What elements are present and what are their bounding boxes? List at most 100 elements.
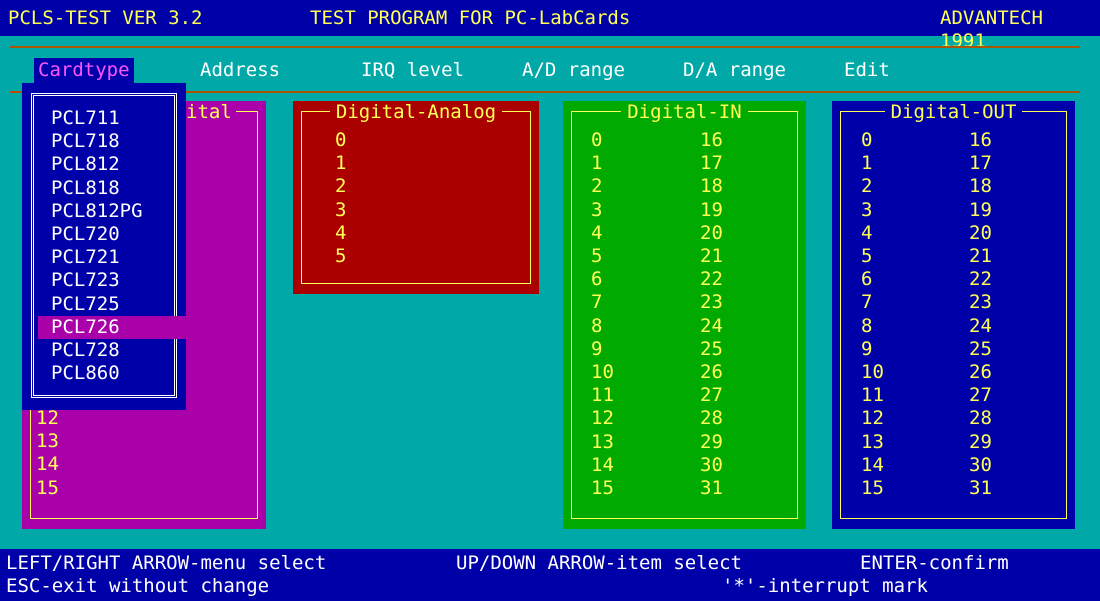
da-channel-number: 5 [335,245,347,267]
cardtype-option-pcl711[interactable]: PCL711 [38,107,188,130]
dout-channel-high: 23 [969,291,992,314]
hint-interrupt-mark: '*'-interrupt mark [722,575,928,597]
dout-channel-low: 12 [861,407,884,430]
din-channel-high: 23 [700,291,723,314]
dout-channel-low: 3 [861,198,873,221]
din-channel-low: 1 [591,152,603,175]
digital-in-title: Digital-IN [621,101,748,123]
din-channel-low: 7 [591,291,603,314]
hint-item-select: UP/DOWN ARROW-item select [456,552,742,574]
din-channel-low: 6 [591,268,603,291]
status-bar: LEFT/RIGHT ARROW-menu select UP/DOWN ARR… [0,549,1100,601]
digital-channel-number: 13 [36,430,59,453]
menu-irq-level[interactable]: IRQ level [357,58,468,83]
din-channel-high: 31 [700,477,723,499]
din-channel-low: 11 [591,384,614,407]
menu-address[interactable]: Address [196,58,284,83]
menu-edit[interactable]: Edit [840,58,894,83]
cardtype-option-pcl725[interactable]: PCL725 [38,293,188,316]
da-channel-number: 2 [335,175,347,198]
dout-channel-high: 17 [969,152,992,175]
da-channel-number: 0 [335,129,347,151]
digital-panel-title: ital [182,101,236,124]
din-channel-low: 5 [591,245,603,267]
din-channel-low: 12 [591,407,614,430]
dout-channel-high: 31 [969,477,992,499]
din-channel-high: 27 [700,384,723,407]
din-channel-low: 10 [591,361,614,383]
title-bar: PCLS-TEST VER 3.2 TEST PROGRAM FOR PC-La… [0,0,1100,52]
din-channel-low: 4 [591,221,603,244]
din-channel-low: 8 [591,314,603,337]
digital-channel-number: 15 [36,476,59,499]
digital-analog-title: Digital-Analog [329,101,503,123]
dout-channel-low: 0 [861,129,873,151]
dout-channel-high: 30 [969,453,992,476]
cardtype-option-pcl728[interactable]: PCL728 [38,339,188,362]
cardtype-option-pcl812[interactable]: PCL812 [38,153,188,176]
menu-cardtype[interactable]: Cardtype [34,58,134,83]
dout-channel-high: 22 [969,268,992,291]
cardtype-option-pcl723[interactable]: PCL723 [38,269,188,292]
menu-da-range[interactable]: D/A range [679,58,790,83]
dout-channel-low: 13 [861,430,884,453]
cardtype-option-pcl860[interactable]: PCL860 [38,362,188,385]
din-channel-low: 0 [591,129,603,151]
dout-channel-low: 6 [861,268,873,291]
dout-channel-high: 26 [969,361,992,383]
menu-ad-range[interactable]: A/D range [518,58,629,83]
din-channel-high: 28 [700,407,723,430]
hint-enter-confirm: ENTER-confirm [860,552,1009,574]
dout-channel-high: 29 [969,430,992,453]
din-channel-low: 2 [591,175,603,198]
dout-channel-high: 28 [969,407,992,430]
dout-channel-low: 10 [861,361,884,383]
din-channel-high: 21 [700,245,723,267]
hint-esc-exit: ESC-exit without change [6,575,270,597]
dout-channel-low: 2 [861,175,873,198]
dout-channel-low: 7 [861,291,873,314]
cardtype-option-pcl718[interactable]: PCL718 [38,130,188,153]
cardtype-dropdown: PCL711 PCL718 PCL812 PCL818 PCL812PG PCL720 PC… [22,83,194,410]
cardtype-option-pcl726[interactable]: PCL726 [38,315,194,339]
din-channel-low: 3 [591,198,603,221]
din-channel-high: 16 [700,129,723,151]
din-channel-low: 14 [591,453,614,476]
app-title: PCLS-TEST VER 3.2 [8,7,203,29]
dout-channel-high: 24 [969,314,992,337]
cardtype-option-pcl721[interactable]: PCL721 [38,246,188,269]
title-divider [10,46,1080,48]
dout-channel-high: 25 [969,337,992,360]
cardtype-option-pcl818[interactable]: PCL818 [38,177,188,200]
digital-channel-number: 14 [36,453,59,476]
dout-channel-high: 18 [969,175,992,198]
digital-analog-panel: Digital-Analog 012345 [293,101,539,294]
dout-channel-low: 1 [861,152,873,175]
dout-channel-high: 16 [969,129,992,151]
dout-channel-high: 27 [969,384,992,407]
dout-channel-low: 15 [861,477,884,499]
digital-out-panel: Digital-OUT 0 1 2 3 4 5 6 7 8 9 10 11 12 13 14 15 16 17 18… [832,101,1075,529]
din-channel-low: 13 [591,430,614,453]
din-channel-high: 20 [700,221,723,244]
dout-channel-low: 9 [861,337,873,360]
da-channel-number: 3 [335,198,347,221]
dout-channel-high: 20 [969,221,992,244]
din-channel-high: 17 [700,152,723,175]
cardtype-option-pcl812pg[interactable]: PCL812PG [38,200,188,223]
dout-channel-low: 4 [861,221,873,244]
dout-channel-low: 5 [861,245,873,267]
digital-in-panel: Digital-IN 0 1 2 3 4 5 6 7 8 9 10 11 12 13 14 15 16 17 18 1… [563,101,806,529]
din-channel-high: 18 [700,175,723,198]
dout-channel-low: 14 [861,453,884,476]
dout-channel-high: 21 [969,245,992,267]
din-channel-high: 19 [700,198,723,221]
din-channel-high: 30 [700,453,723,476]
dout-channel-high: 19 [969,198,992,221]
da-channel-number: 4 [335,221,347,244]
cardtype-option-pcl720[interactable]: PCL720 [38,223,188,246]
digital-channel-number: 12 [36,407,59,429]
program-title: TEST PROGRAM FOR PC-LabCards [310,7,631,29]
din-channel-high: 22 [700,268,723,291]
din-channel-low: 9 [591,337,603,360]
